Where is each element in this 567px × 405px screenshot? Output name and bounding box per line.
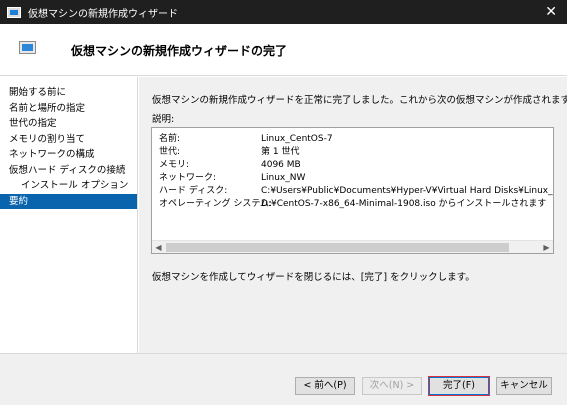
step-memory[interactable]: メモリの割り当て (0, 132, 137, 148)
summary-value: C:¥Users¥Public¥Documents¥Hyper-V¥Virtua… (261, 186, 553, 196)
summary-value: D:¥CentOS-7-x86_64-Minimal-1908.iso からイン… (261, 199, 547, 209)
step-before-you-begin[interactable]: 開始する前に (0, 85, 137, 101)
summary-panel: 仮想マシンの新規作成ウィザードを正常に完了しました。これから次の仮想マシンが作成… (139, 77, 567, 353)
step-virtual-hard-disk[interactable]: 仮想ハード ディスクの接続 (0, 163, 137, 179)
summary-value: 第 1 世代 (261, 147, 300, 157)
summary-row-name: 名前: Linux_CentOS-7 (159, 132, 333, 146)
scroll-right-icon[interactable]: ▶ (540, 241, 553, 253)
summary-key: オペレーティング システム: (159, 199, 273, 209)
cancel-button[interactable]: キャンセル (496, 377, 552, 395)
summary-value: Linux_CentOS-7 (261, 134, 333, 144)
finish-button[interactable]: 完了(F) (429, 377, 489, 395)
finish-instruction: 仮想マシンを作成してウィザードを閉じるには、[完了] をクリックします。 (152, 272, 475, 283)
summary-value: 4096 MB (261, 160, 301, 170)
hyperv-app-icon (7, 6, 21, 18)
button-bar: < 前へ(P) 次へ(N) > 完了(F) キャンセル (0, 353, 567, 405)
summary-key: メモリ: (159, 160, 190, 170)
summary-key: ネットワーク: (159, 173, 217, 183)
summary-row-memory: メモリ: 4096 MB (159, 158, 301, 172)
summary-row-network: ネットワーク: Linux_NW (159, 171, 305, 185)
summary-row-hard-disk: ハード ディスク: C:¥Users¥Public¥Documents¥Hyper… (159, 184, 553, 198)
horizontal-scrollbar[interactable]: ◀ ▶ (152, 240, 553, 253)
summary-row-generation: 世代: 第 1 世代 (159, 145, 299, 159)
virtual-machine-icon (19, 41, 36, 54)
title-bar: 仮想マシンの新規作成ウィザード ✕ (0, 0, 567, 24)
summary-value: Linux_NW (261, 173, 306, 183)
scroll-left-icon[interactable]: ◀ (152, 241, 165, 253)
summary-key: 名前: (159, 134, 181, 144)
summary-key: ハード ディスク: (159, 186, 228, 196)
step-name-and-location[interactable]: 名前と場所の指定 (0, 101, 137, 117)
step-networking[interactable]: ネットワークの構成 (0, 147, 137, 163)
page-title: 仮想マシンの新規作成ウィザードの完了 (71, 44, 288, 58)
previous-button[interactable]: < 前へ(P) (295, 377, 355, 395)
window-title: 仮想マシンの新規作成ウィザード (28, 8, 178, 20)
summary-row-os: オペレーティング システム:D:¥CentOS-7-x86_64-Minimal… (159, 197, 546, 211)
description-label: 説明: (152, 114, 175, 125)
next-button[interactable]: 次へ(N) > (362, 377, 422, 395)
summary-key: 世代: (159, 147, 181, 157)
scrollbar-thumb[interactable] (166, 243, 509, 252)
step-summary[interactable]: 要約 (0, 193, 137, 209)
wizard-steps-sidebar: 開始する前に 名前と場所の指定 世代の指定 メモリの割り当て ネットワークの構成… (0, 77, 138, 353)
wizard-header: 仮想マシンの新規作成ウィザードの完了 (0, 24, 567, 76)
step-installation-options[interactable]: インストール オプション (0, 178, 137, 194)
intro-text: 仮想マシンの新規作成ウィザードを正常に完了しました。これから次の仮想マシンが作成… (152, 95, 567, 106)
step-generation[interactable]: 世代の指定 (0, 116, 137, 132)
summary-list[interactable]: 名前: Linux_CentOS-7 世代: 第 1 世代 メモリ: 4096 MB … (151, 127, 554, 254)
close-icon[interactable]: ✕ (545, 4, 557, 20)
